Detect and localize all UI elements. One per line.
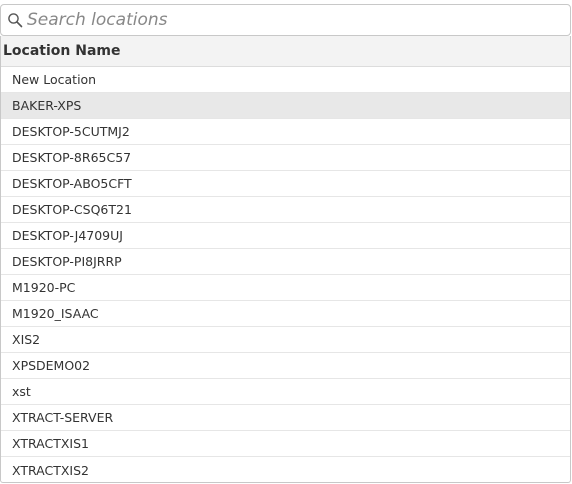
location-list: Location Name New Location BAKER-XPS DESKT… [0, 36, 571, 483]
column-header-location-name[interactable]: Location Name [1, 36, 570, 67]
list-item[interactable]: M1920-PC [1, 275, 570, 301]
list-item[interactable]: DESKTOP-J4709UJ [1, 223, 570, 249]
list-item[interactable]: XIS2 [1, 327, 570, 353]
search-icon [5, 10, 25, 30]
list-item[interactable]: M1920_ISAAC [1, 301, 570, 327]
list-item[interactable]: XTRACT-SERVER [1, 405, 570, 431]
list-item[interactable]: New Location [1, 67, 570, 93]
list-item[interactable]: xst [1, 379, 570, 405]
list-item[interactable]: BAKER-XPS [1, 93, 570, 119]
list-item[interactable]: XTRACTXIS1 [1, 431, 570, 457]
list-item[interactable]: DESKTOP-CSQ6T21 [1, 197, 570, 223]
list-item[interactable]: DESKTOP-PI8JRRP [1, 249, 570, 275]
search-box[interactable] [0, 4, 571, 36]
search-input[interactable] [25, 6, 555, 34]
list-item[interactable]: DESKTOP-8R65C57 [1, 145, 570, 171]
list-item[interactable]: XTRACTXIS2 [1, 457, 570, 482]
location-rows: New Location BAKER-XPS DESKTOP-5CUTMJ2 DESK… [1, 67, 570, 482]
list-item[interactable]: XPSDEMO02 [1, 353, 570, 379]
list-item[interactable]: DESKTOP-ABO5CFT [1, 171, 570, 197]
list-item[interactable]: DESKTOP-5CUTMJ2 [1, 119, 570, 145]
